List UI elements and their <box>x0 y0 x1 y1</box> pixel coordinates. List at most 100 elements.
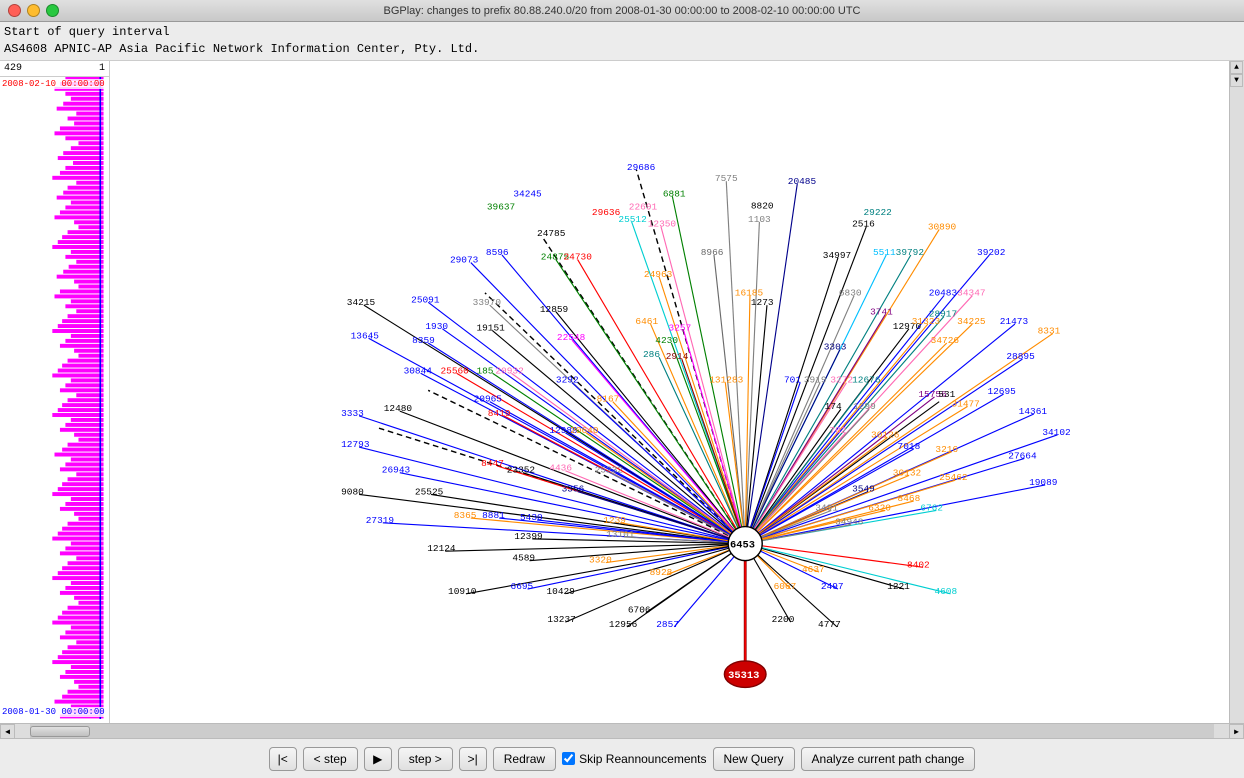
last-button[interactable]: >| <box>459 747 487 771</box>
svg-text:35313: 35313 <box>728 670 759 682</box>
as-label-27664: 27664 <box>1008 450 1037 461</box>
as-label-26943: 26943 <box>382 464 411 475</box>
as-label-13101: 13101 <box>606 529 635 540</box>
as-label-174: 174 <box>825 401 842 412</box>
as-label-25091: 25091 <box>411 294 440 305</box>
as-label-4589: 4589 <box>512 552 535 563</box>
title-bar: BGPlay: changes to prefix 80.88.240.0/20… <box>0 0 1244 22</box>
analyze-button[interactable]: Analyze current path change <box>801 747 976 771</box>
as-label-2497: 2497 <box>821 581 844 592</box>
as-label-6067: 6067 <box>774 581 797 592</box>
as-label-25462: 25462 <box>939 472 967 483</box>
as-label-12676: 12676 <box>852 374 881 385</box>
as-label-4637: 4637 <box>802 564 825 575</box>
as-label-6695: 6695 <box>511 581 534 592</box>
as-label-6320: 6320 <box>868 502 891 513</box>
histogram-container: 2008-02-10 00:00:00 <box>0 77 109 719</box>
as-label-8820: 8820 <box>751 200 774 211</box>
toolbar: |< < step ▶ step > >| Redraw Skip Reanno… <box>0 738 1244 778</box>
as-label-34726: 34726 <box>931 335 960 346</box>
as-label-12859: 12859 <box>540 303 569 314</box>
as-label-27319: 27319 <box>366 514 395 525</box>
as-label-3741: 3741 <box>870 306 893 317</box>
as-label-34997: 34997 <box>823 249 851 260</box>
as-label-8167: 8167 <box>597 393 620 404</box>
as-label-2516: 2516 <box>852 218 875 229</box>
scroll-track[interactable] <box>30 724 1214 738</box>
next-step-button[interactable]: step > <box>398 747 453 771</box>
as-label-1299: 1299 <box>853 401 876 412</box>
as-label-3491: 3491 <box>815 502 838 513</box>
scroll-thumb[interactable] <box>30 726 90 737</box>
as-label-22691: 22691 <box>629 201 658 212</box>
minimize-button[interactable] <box>27 4 40 17</box>
as-label-29222: 29222 <box>863 207 891 218</box>
as-label-8419: 8419 <box>488 407 511 418</box>
as-label-3919: 3919 <box>804 374 827 385</box>
as-label-8402: 8402 <box>907 559 930 570</box>
as-label-8365: 8365 <box>454 510 477 521</box>
as-label-20932: 20932 <box>495 365 523 376</box>
scroll-right-arrow[interactable]: ▶ <box>1229 724 1244 739</box>
central-node-6453: 6453 <box>728 526 762 560</box>
as-label-20640: 20640 <box>570 424 599 435</box>
as-label-22548: 22548 <box>557 332 586 343</box>
as-label-3356: 3356 <box>562 483 585 494</box>
as-label-8359: 8359 <box>412 335 435 346</box>
as-label-3333: 3333 <box>341 407 364 418</box>
close-button[interactable] <box>8 4 21 17</box>
as-label-1103: 1103 <box>748 213 771 224</box>
as-label-8928: 8928 <box>650 566 673 577</box>
as-label-8881: 8881 <box>482 510 505 521</box>
as-label-5430: 5430 <box>520 512 543 523</box>
as-label-3320: 3320 <box>589 554 612 565</box>
as-label-34347: 34347 <box>957 287 985 298</box>
as-label-2914: 2914 <box>666 351 689 362</box>
as-label-34102: 34102 <box>1042 426 1070 437</box>
as-label-4608: 4608 <box>934 585 957 596</box>
as-label-7018: 7018 <box>898 441 921 452</box>
scroll-left-arrow[interactable]: ◀ <box>0 724 15 739</box>
info-line1: Start of query interval <box>4 24 1240 41</box>
prev-step-button[interactable]: < step <box>303 747 358 771</box>
right-scrollbar[interactable]: ▲ ▼ <box>1229 61 1244 723</box>
maximize-button[interactable] <box>46 4 59 17</box>
as-label-6881: 6881 <box>663 188 686 199</box>
as-label-1239: 1239 <box>603 514 626 525</box>
as-label-30126: 30126 <box>871 429 900 440</box>
as-label-6830: 6830 <box>839 287 862 298</box>
scroll-down-arrow[interactable]: ▼ <box>1230 74 1243 87</box>
as-label-13645: 13645 <box>351 330 380 341</box>
as-label-3272: 3272 <box>830 374 853 385</box>
date-label-bottom: 2008-01-30 00:00:00 <box>2 707 105 717</box>
as-label-6762: 6762 <box>920 502 943 513</box>
as-label-3549: 3549 <box>852 483 875 494</box>
play-button[interactable]: ▶ <box>364 747 392 771</box>
as-label-25560: 25560 <box>440 365 469 376</box>
as-label-4777: 4777 <box>818 618 841 629</box>
as-label-34215: 34215 <box>347 297 376 308</box>
new-query-button[interactable]: New Query <box>713 747 795 771</box>
as-label-39202: 39202 <box>977 247 1005 258</box>
as-label-702: 702 <box>829 424 846 435</box>
as-label-3216: 3216 <box>935 443 958 454</box>
as-label-2200: 2200 <box>772 614 795 625</box>
skip-reannouncements-text: Skip Reannouncements <box>579 752 706 766</box>
as-label-12695: 12695 <box>987 386 1016 397</box>
as-label-12124: 12124 <box>427 543 456 554</box>
as-label-6706: 6706 <box>628 604 651 615</box>
as-label-29636: 29636 <box>592 207 621 218</box>
as-label-4436: 4436 <box>549 462 572 473</box>
as-label-12480: 12480 <box>384 403 413 414</box>
first-button[interactable]: |< <box>269 747 297 771</box>
skip-reannouncements-checkbox[interactable] <box>562 752 575 765</box>
as-label-1930: 1930 <box>425 320 448 331</box>
as-label-23352: 23352 <box>507 464 535 475</box>
as-label-24785: 24785 <box>537 228 566 239</box>
scroll-up-arrow[interactable]: ▲ <box>1230 61 1243 74</box>
as-label-3292: 3292 <box>556 374 579 385</box>
skip-reannouncements-label[interactable]: Skip Reannouncements <box>562 752 706 766</box>
svg-text:6453: 6453 <box>730 539 755 551</box>
as-label-34225: 34225 <box>957 316 986 327</box>
redraw-button[interactable]: Redraw <box>493 747 556 771</box>
